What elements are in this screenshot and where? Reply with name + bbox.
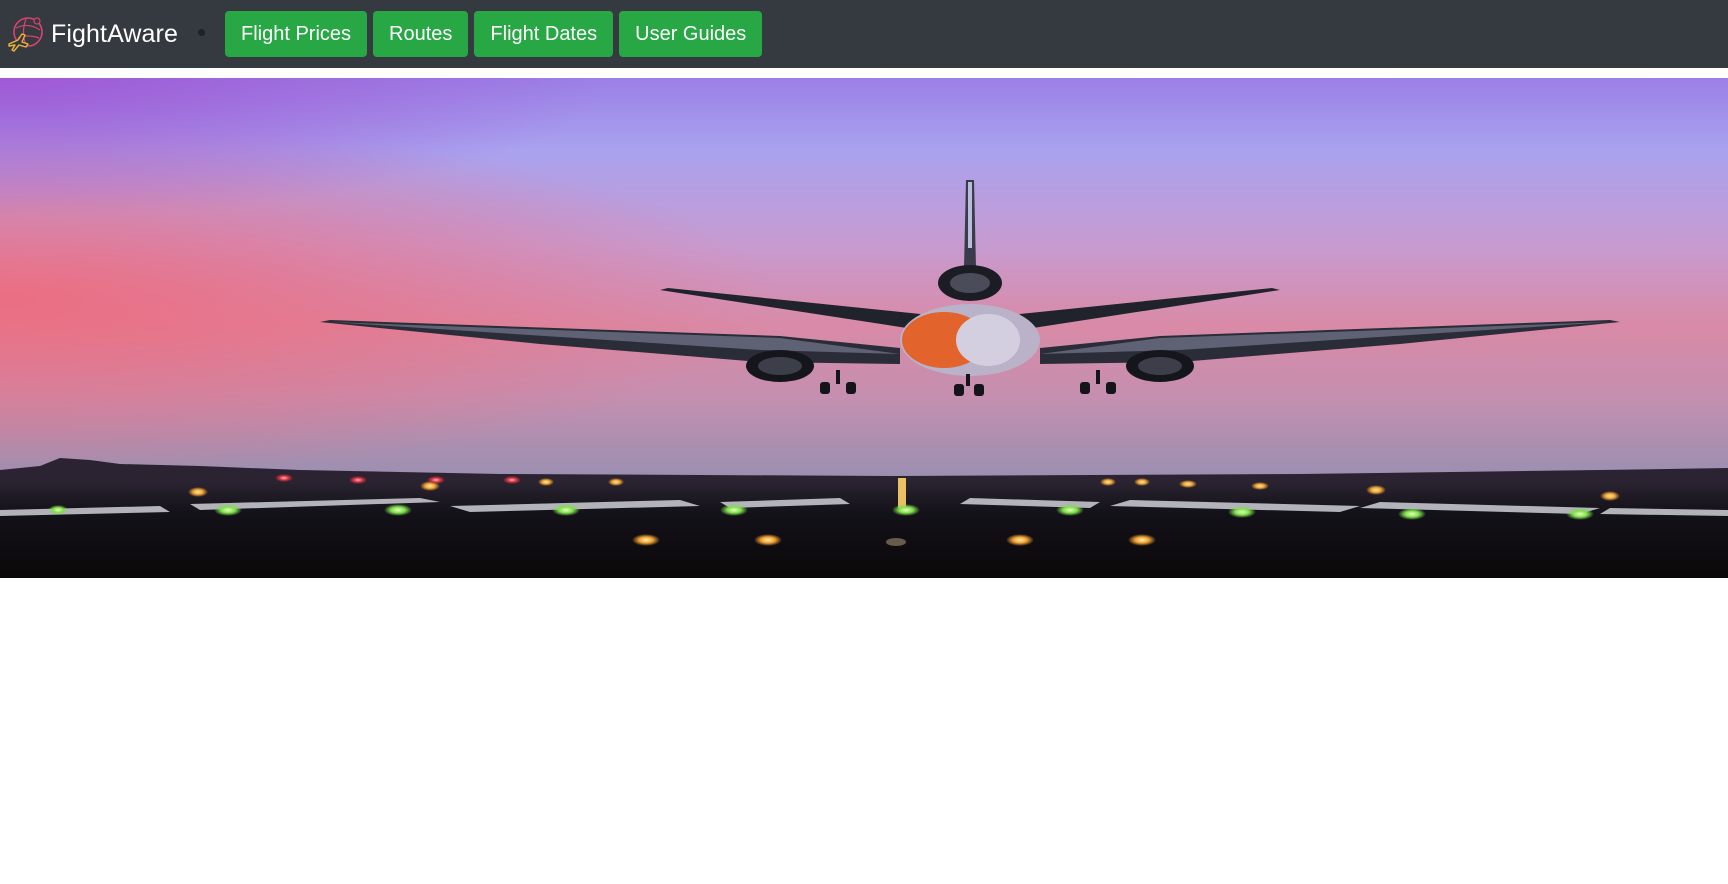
user-guides-button[interactable]: User Guides	[619, 11, 763, 57]
globe-plane-logo-icon	[8, 17, 43, 52]
hero-banner	[0, 78, 1728, 578]
routes-button[interactable]: Routes	[373, 11, 469, 57]
brand-name: FightAware	[51, 19, 178, 48]
flight-dates-button[interactable]: Flight Dates	[474, 11, 614, 57]
flight-prices-button[interactable]: Flight Prices	[225, 11, 368, 57]
nav-separator-dot	[198, 28, 205, 36]
top-navbar: FightAware Flight Prices Routes Flight D…	[0, 0, 1728, 68]
brand-link[interactable]: FightAware	[6, 14, 178, 54]
airplane-landing-image	[0, 78, 1728, 578]
